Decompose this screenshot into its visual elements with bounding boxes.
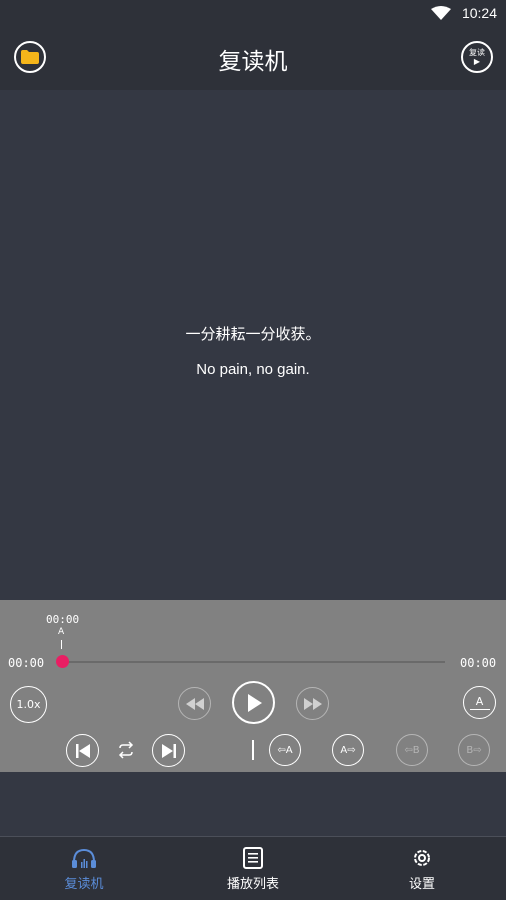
text-display: 一分耕耘一分收获。 No pain, no gain. (0, 90, 506, 600)
chinese-text-line: 一分耕耘一分收获。 (185, 325, 321, 343)
rewind-icon (185, 697, 204, 710)
seek-thumb[interactable] (55, 655, 69, 668)
ab-repeat-bar-icon (469, 708, 490, 711)
nav-label-settings: 设置 (408, 877, 435, 892)
set-b-point-button[interactable]: ⇦B (396, 734, 428, 766)
english-text-line: No pain, no gain. (196, 361, 310, 378)
fast-forward-icon (303, 697, 322, 710)
loop-icon[interactable] (115, 739, 137, 761)
wifi-icon (431, 6, 451, 20)
nav-label-playlist: 播放列表 (226, 877, 279, 892)
nav-label-repeater: 复读机 (64, 877, 104, 892)
bottom-nav: 复读机 播放列表 设置 (0, 836, 506, 900)
play-triangle-icon: ▶ (473, 57, 481, 66)
speed-button[interactable]: 1.0x (10, 686, 47, 723)
skip-previous-icon (75, 743, 90, 758)
fast-forward-button[interactable] (296, 687, 329, 720)
a-marker-time: 00:00 (46, 613, 80, 626)
app-bar: 复读机 复读 ▶ (0, 26, 506, 90)
a-marker-label: A (58, 627, 65, 637)
nav-item-playlist[interactable]: 播放列表 (169, 837, 337, 900)
gear-icon (414, 850, 430, 866)
ab-repeat-label: A (475, 694, 484, 708)
nav-item-repeater[interactable]: 复读机 (0, 837, 168, 900)
skip-next-icon (161, 743, 176, 758)
goto-b-point-button[interactable]: B⇨ (458, 734, 490, 766)
play-button[interactable] (232, 681, 275, 724)
divider (252, 740, 254, 760)
rewind-button[interactable] (178, 687, 211, 720)
seek-bar[interactable] (62, 661, 445, 663)
status-bar: 10:24 (0, 0, 506, 26)
ab-repeat-button[interactable]: A (463, 686, 496, 719)
a-marker-tick (61, 640, 62, 649)
goto-a-point-button[interactable]: A⇨ (332, 734, 364, 766)
status-time: 10:24 (461, 5, 497, 21)
headphones-icon (72, 848, 96, 868)
page-title: 复读机 (218, 49, 288, 75)
nav-item-settings[interactable]: 设置 (338, 837, 506, 900)
set-a-point-button[interactable]: ⇦A (269, 734, 301, 766)
current-time: 00:00 (8, 656, 45, 670)
playlist-icon (243, 847, 263, 869)
next-button[interactable] (152, 734, 185, 767)
previous-button[interactable] (66, 734, 99, 767)
repeat-play-label: 复读 (469, 48, 485, 57)
repeat-play-button[interactable]: 复读 ▶ (461, 41, 493, 73)
total-time: 00:00 (460, 656, 497, 670)
play-icon (247, 693, 262, 712)
player-panel: 00:00 A 00:00 00:00 1.0x A ⇦A A⇨ ⇦B B⇨ (0, 600, 506, 772)
